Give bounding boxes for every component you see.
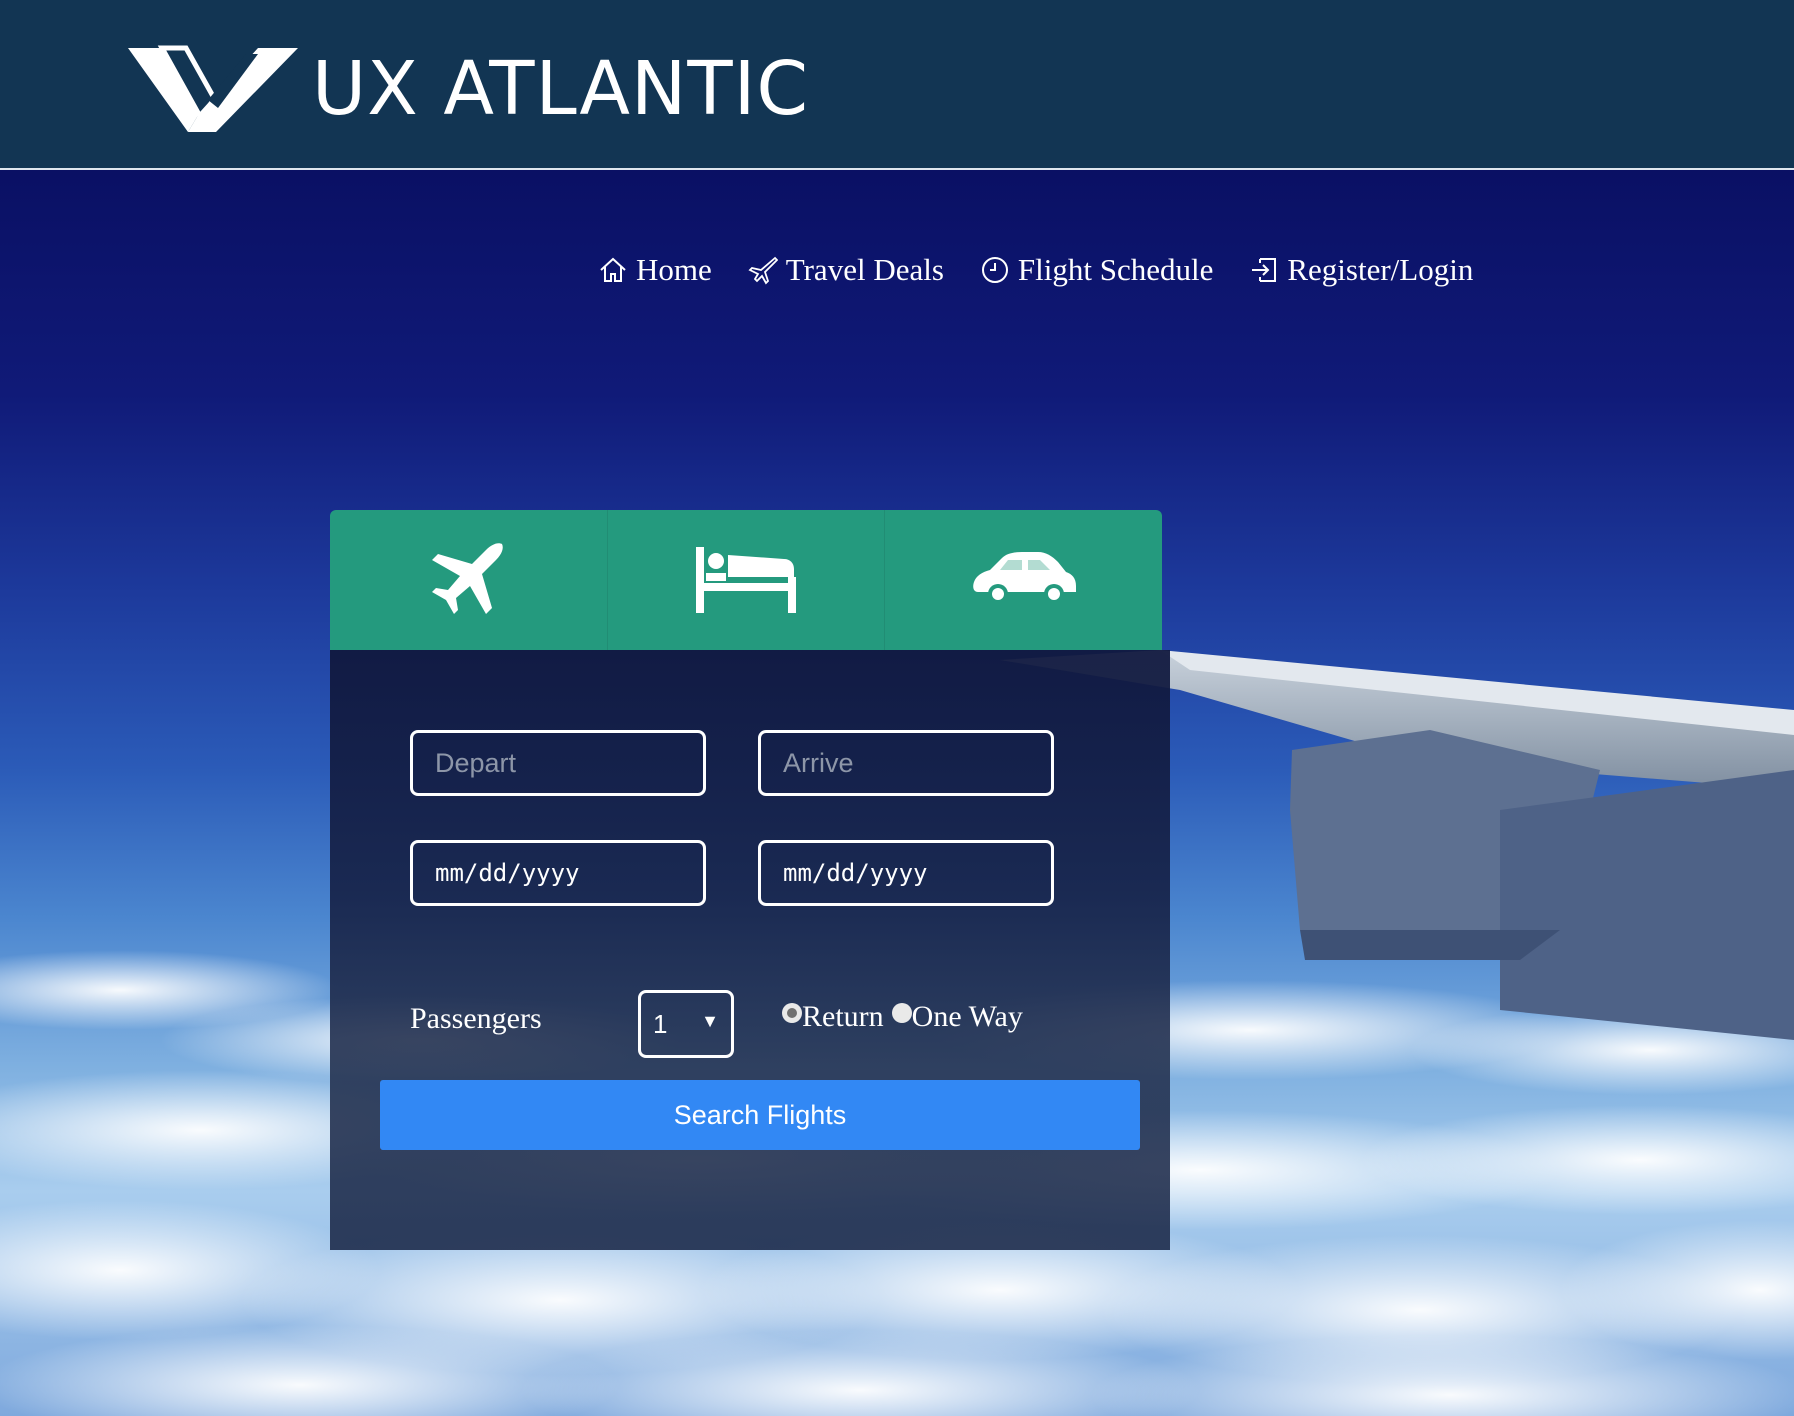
nav-flight-schedule-label: Flight Schedule xyxy=(1017,252,1214,287)
flight-search-panel: Depart Arrive mm/dd/yyyy mm/dd/yyyy Pass… xyxy=(330,650,1170,1250)
plane-icon xyxy=(432,543,504,614)
nav-register-login[interactable]: Register/Login xyxy=(1249,252,1473,288)
chevron-down-icon: ▼ xyxy=(701,1011,719,1031)
passengers-label: Passengers xyxy=(410,1002,542,1035)
one-way-radio[interactable] xyxy=(891,1003,912,1023)
car-icon xyxy=(972,552,1076,604)
depart-input[interactable]: Depart xyxy=(410,730,706,796)
nav-register-login-label: Register/Login xyxy=(1287,252,1474,287)
return-date-input[interactable]: mm/dd/yyyy xyxy=(758,840,1054,906)
one-way-label[interactable]: One Way xyxy=(912,1000,1023,1034)
tab-hotels[interactable] xyxy=(608,510,886,650)
passengers-value: 1 xyxy=(653,1008,668,1039)
passengers-select[interactable]: 1 ▼ xyxy=(638,990,734,1058)
bed-icon xyxy=(696,547,796,613)
home-icon xyxy=(600,257,626,282)
logo-icon[interactable] xyxy=(128,42,298,134)
nav-home-label: Home xyxy=(636,252,712,287)
nav-travel-deals-label: Travel Deals xyxy=(785,252,944,287)
search-flights-button[interactable]: Search Flights xyxy=(380,1080,1140,1150)
tab-flights[interactable] xyxy=(330,510,608,650)
site-header: UX ATLANTIC xyxy=(0,0,1794,170)
nav-travel-deals[interactable]: Travel Deals xyxy=(748,252,944,288)
clock-icon xyxy=(981,257,1008,283)
return-radio[interactable] xyxy=(782,1003,802,1023)
brand-name[interactable]: UX ATLANTIC xyxy=(312,44,809,134)
tab-cars[interactable] xyxy=(885,510,1162,650)
trip-type-group: Return One Way xyxy=(782,1000,1031,1034)
plane-icon xyxy=(748,256,778,285)
arrive-input[interactable]: Arrive xyxy=(758,730,1054,796)
main-nav: Home Travel Deals Flight Schedule Regist… xyxy=(598,252,1473,288)
booking-tabs xyxy=(330,510,1162,650)
depart-date-input[interactable]: mm/dd/yyyy xyxy=(410,840,706,906)
nav-home[interactable]: Home xyxy=(598,252,712,288)
return-label[interactable]: Return xyxy=(802,1000,884,1034)
nav-flight-schedule[interactable]: Flight Schedule xyxy=(980,252,1213,288)
login-icon xyxy=(1252,258,1277,282)
